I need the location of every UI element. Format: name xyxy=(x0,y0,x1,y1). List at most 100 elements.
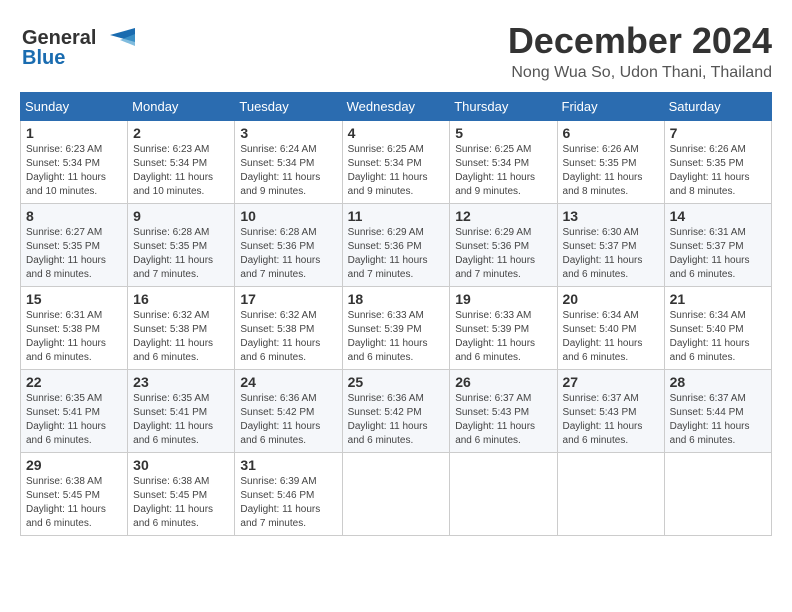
day-cell-6: 6 Sunrise: 6:26 AM Sunset: 5:35 PM Dayli… xyxy=(557,121,664,204)
day-number: 11 xyxy=(348,208,445,224)
day-number: 8 xyxy=(26,208,122,224)
day-cell-21: 21 Sunrise: 6:34 AM Sunset: 5:40 PM Dayl… xyxy=(664,287,771,370)
day-number: 25 xyxy=(348,374,445,390)
day-info: Sunrise: 6:31 AM Sunset: 5:38 PM Dayligh… xyxy=(26,309,122,365)
day-info: Sunrise: 6:30 AM Sunset: 5:37 PM Dayligh… xyxy=(563,226,659,282)
day-info: Sunrise: 6:36 AM Sunset: 5:42 PM Dayligh… xyxy=(240,392,336,448)
day-number: 29 xyxy=(26,457,122,473)
day-info: Sunrise: 6:27 AM Sunset: 5:35 PM Dayligh… xyxy=(26,226,122,282)
day-cell-8: 8 Sunrise: 6:27 AM Sunset: 5:35 PM Dayli… xyxy=(21,204,128,287)
day-number: 10 xyxy=(240,208,336,224)
day-number: 4 xyxy=(348,125,445,141)
day-info: Sunrise: 6:38 AM Sunset: 5:45 PM Dayligh… xyxy=(26,475,122,531)
day-info: Sunrise: 6:35 AM Sunset: 5:41 PM Dayligh… xyxy=(133,392,229,448)
day-info: Sunrise: 6:38 AM Sunset: 5:45 PM Dayligh… xyxy=(133,475,229,531)
day-number: 18 xyxy=(348,291,445,307)
day-info: Sunrise: 6:33 AM Sunset: 5:39 PM Dayligh… xyxy=(455,309,551,365)
day-number: 31 xyxy=(240,457,336,473)
day-info: Sunrise: 6:33 AM Sunset: 5:39 PM Dayligh… xyxy=(348,309,445,365)
calendar-week-4: 22 Sunrise: 6:35 AM Sunset: 5:41 PM Dayl… xyxy=(21,370,772,453)
day-number: 13 xyxy=(563,208,659,224)
day-cell-7: 7 Sunrise: 6:26 AM Sunset: 5:35 PM Dayli… xyxy=(664,121,771,204)
svg-text:General: General xyxy=(22,27,96,49)
day-info: Sunrise: 6:23 AM Sunset: 5:34 PM Dayligh… xyxy=(133,143,229,199)
day-info: Sunrise: 6:36 AM Sunset: 5:42 PM Dayligh… xyxy=(348,392,445,448)
day-cell-27: 27 Sunrise: 6:37 AM Sunset: 5:43 PM Dayl… xyxy=(557,370,664,453)
day-number: 17 xyxy=(240,291,336,307)
subtitle: Nong Wua So, Udon Thani, Thailand xyxy=(508,64,772,82)
day-cell-19: 19 Sunrise: 6:33 AM Sunset: 5:39 PM Dayl… xyxy=(450,287,557,370)
day-info: Sunrise: 6:32 AM Sunset: 5:38 PM Dayligh… xyxy=(240,309,336,365)
day-cell-9: 9 Sunrise: 6:28 AM Sunset: 5:35 PM Dayli… xyxy=(128,204,235,287)
weekday-header-wednesday: Wednesday xyxy=(342,93,450,121)
day-info: Sunrise: 6:34 AM Sunset: 5:40 PM Dayligh… xyxy=(563,309,659,365)
empty-cell xyxy=(342,453,450,536)
calendar-week-1: 1 Sunrise: 6:23 AM Sunset: 5:34 PM Dayli… xyxy=(21,121,772,204)
day-cell-11: 11 Sunrise: 6:29 AM Sunset: 5:36 PM Dayl… xyxy=(342,204,450,287)
day-number: 3 xyxy=(240,125,336,141)
empty-cell xyxy=(450,453,557,536)
svg-text:Blue: Blue xyxy=(22,47,65,69)
day-cell-23: 23 Sunrise: 6:35 AM Sunset: 5:41 PM Dayl… xyxy=(128,370,235,453)
day-info: Sunrise: 6:26 AM Sunset: 5:35 PM Dayligh… xyxy=(563,143,659,199)
day-number: 28 xyxy=(670,374,766,390)
day-info: Sunrise: 6:25 AM Sunset: 5:34 PM Dayligh… xyxy=(348,143,445,199)
day-number: 15 xyxy=(26,291,122,307)
weekday-header-tuesday: Tuesday xyxy=(235,93,342,121)
empty-cell xyxy=(557,453,664,536)
title-block: December 2024 Nong Wua So, Udon Thani, T… xyxy=(508,20,772,82)
day-info: Sunrise: 6:26 AM Sunset: 5:35 PM Dayligh… xyxy=(670,143,766,199)
day-number: 9 xyxy=(133,208,229,224)
day-number: 22 xyxy=(26,374,122,390)
day-info: Sunrise: 6:24 AM Sunset: 5:34 PM Dayligh… xyxy=(240,143,336,199)
day-cell-12: 12 Sunrise: 6:29 AM Sunset: 5:36 PM Dayl… xyxy=(450,204,557,287)
day-number: 23 xyxy=(133,374,229,390)
day-cell-15: 15 Sunrise: 6:31 AM Sunset: 5:38 PM Dayl… xyxy=(21,287,128,370)
day-cell-1: 1 Sunrise: 6:23 AM Sunset: 5:34 PM Dayli… xyxy=(21,121,128,204)
day-info: Sunrise: 6:23 AM Sunset: 5:34 PM Dayligh… xyxy=(26,143,122,199)
day-cell-18: 18 Sunrise: 6:33 AM Sunset: 5:39 PM Dayl… xyxy=(342,287,450,370)
day-cell-31: 31 Sunrise: 6:39 AM Sunset: 5:46 PM Dayl… xyxy=(235,453,342,536)
day-cell-2: 2 Sunrise: 6:23 AM Sunset: 5:34 PM Dayli… xyxy=(128,121,235,204)
day-number: 27 xyxy=(563,374,659,390)
day-number: 6 xyxy=(563,125,659,141)
day-info: Sunrise: 6:29 AM Sunset: 5:36 PM Dayligh… xyxy=(455,226,551,282)
day-info: Sunrise: 6:25 AM Sunset: 5:34 PM Dayligh… xyxy=(455,143,551,199)
day-number: 26 xyxy=(455,374,551,390)
day-info: Sunrise: 6:28 AM Sunset: 5:35 PM Dayligh… xyxy=(133,226,229,282)
day-info: Sunrise: 6:37 AM Sunset: 5:43 PM Dayligh… xyxy=(563,392,659,448)
calendar-table: SundayMondayTuesdayWednesdayThursdayFrid… xyxy=(20,92,772,536)
day-info: Sunrise: 6:37 AM Sunset: 5:44 PM Dayligh… xyxy=(670,392,766,448)
day-cell-14: 14 Sunrise: 6:31 AM Sunset: 5:37 PM Dayl… xyxy=(664,204,771,287)
day-info: Sunrise: 6:29 AM Sunset: 5:36 PM Dayligh… xyxy=(348,226,445,282)
day-info: Sunrise: 6:32 AM Sunset: 5:38 PM Dayligh… xyxy=(133,309,229,365)
day-info: Sunrise: 6:31 AM Sunset: 5:37 PM Dayligh… xyxy=(670,226,766,282)
day-number: 24 xyxy=(240,374,336,390)
day-number: 14 xyxy=(670,208,766,224)
day-info: Sunrise: 6:35 AM Sunset: 5:41 PM Dayligh… xyxy=(26,392,122,448)
day-cell-25: 25 Sunrise: 6:36 AM Sunset: 5:42 PM Dayl… xyxy=(342,370,450,453)
page-header: General Blue December 2024 Nong Wua So, … xyxy=(20,20,772,82)
weekday-header-friday: Friday xyxy=(557,93,664,121)
day-cell-3: 3 Sunrise: 6:24 AM Sunset: 5:34 PM Dayli… xyxy=(235,121,342,204)
day-number: 1 xyxy=(26,125,122,141)
day-cell-16: 16 Sunrise: 6:32 AM Sunset: 5:38 PM Dayl… xyxy=(128,287,235,370)
empty-cell xyxy=(664,453,771,536)
day-cell-13: 13 Sunrise: 6:30 AM Sunset: 5:37 PM Dayl… xyxy=(557,204,664,287)
weekday-header-sunday: Sunday xyxy=(21,93,128,121)
logo: General Blue xyxy=(20,20,140,70)
day-info: Sunrise: 6:34 AM Sunset: 5:40 PM Dayligh… xyxy=(670,309,766,365)
weekday-header-thursday: Thursday xyxy=(450,93,557,121)
weekday-header-row: SundayMondayTuesdayWednesdayThursdayFrid… xyxy=(21,93,772,121)
weekday-header-monday: Monday xyxy=(128,93,235,121)
main-title: December 2024 xyxy=(508,20,772,62)
day-number: 21 xyxy=(670,291,766,307)
day-number: 2 xyxy=(133,125,229,141)
day-cell-22: 22 Sunrise: 6:35 AM Sunset: 5:41 PM Dayl… xyxy=(21,370,128,453)
day-number: 5 xyxy=(455,125,551,141)
weekday-header-saturday: Saturday xyxy=(664,93,771,121)
calendar-week-5: 29 Sunrise: 6:38 AM Sunset: 5:45 PM Dayl… xyxy=(21,453,772,536)
day-number: 30 xyxy=(133,457,229,473)
day-cell-29: 29 Sunrise: 6:38 AM Sunset: 5:45 PM Dayl… xyxy=(21,453,128,536)
day-cell-26: 26 Sunrise: 6:37 AM Sunset: 5:43 PM Dayl… xyxy=(450,370,557,453)
